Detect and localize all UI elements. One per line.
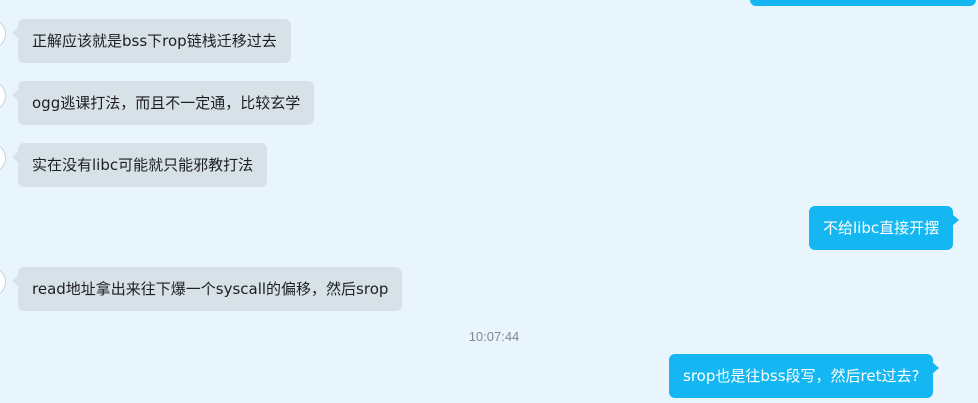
- incoming-message-text: ogg逃课打法，而且不一定通，比较玄学: [32, 94, 301, 112]
- incoming-message-text: read地址拿出来往下爆一个syscall的偏移，然后srop: [32, 280, 389, 298]
- outgoing-message-text: 不给libc直接开摆: [823, 219, 940, 237]
- outgoing-message-text: srop也是往bss段写，然后ret过去?: [683, 367, 920, 385]
- incoming-message-text: 实在没有libc可能就只能邪教打法: [32, 156, 254, 174]
- outgoing-message-bubble[interactable]: 不给libc直接开摆: [809, 206, 960, 250]
- contact-avatar[interactable]: [0, 143, 6, 173]
- outgoing-message-bubble[interactable]: [750, 0, 976, 6]
- message-timestamp: 10:07:44: [468, 329, 520, 344]
- chat-panel: 正解应该就是bss下rop链栈迁移过去 ogg逃课打法，而且不一定通，比较玄学 …: [0, 0, 978, 403]
- incoming-message-bubble[interactable]: 实在没有libc可能就只能邪教打法: [11, 143, 268, 187]
- contact-avatar[interactable]: [0, 267, 6, 297]
- incoming-message-bubble[interactable]: ogg逃课打法，而且不一定通，比较玄学: [11, 81, 315, 125]
- outgoing-message-bubble[interactable]: srop也是往bss段写，然后ret过去?: [669, 354, 940, 398]
- contact-avatar[interactable]: [0, 19, 6, 49]
- contact-avatar[interactable]: [0, 81, 6, 111]
- incoming-message-text: 正解应该就是bss下rop链栈迁移过去: [32, 32, 277, 50]
- incoming-message-bubble[interactable]: read地址拿出来往下爆一个syscall的偏移，然后srop: [11, 267, 403, 311]
- incoming-message-bubble[interactable]: 正解应该就是bss下rop链栈迁移过去: [12, 19, 291, 63]
